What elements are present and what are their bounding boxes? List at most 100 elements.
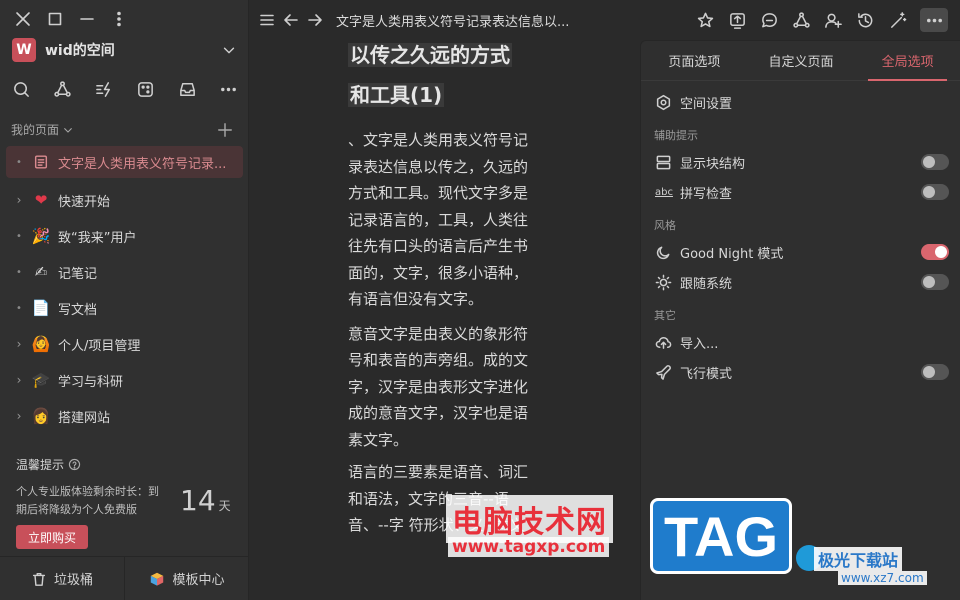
- dice-icon[interactable]: [136, 80, 155, 99]
- add-member-icon[interactable]: [824, 11, 843, 30]
- page-item-label: 致“我来”用户: [58, 230, 137, 246]
- document-icon: [30, 151, 52, 173]
- page-item-current[interactable]: • 文字是人类用表义符号记录...: [6, 146, 243, 178]
- chevron-right-icon[interactable]: ›: [12, 193, 26, 207]
- page-heading[interactable]: 以传之久远的方式 和工具(1): [348, 40, 528, 111]
- bullet-icon: •: [16, 230, 22, 242]
- paragraph[interactable]: 意音文字是由表义的象形符号和表音的声旁组。成的文字，汉字是由表形文字进化成的意音…: [348, 321, 528, 454]
- show-blocks-toggle[interactable]: [921, 154, 949, 170]
- inbox-icon[interactable]: [178, 80, 197, 99]
- bullet-icon: •: [16, 156, 22, 168]
- heading-line-1: 以传之久远的方式: [348, 43, 512, 67]
- page-item-welcome[interactable]: • 🎉 致“我来”用户: [0, 218, 249, 254]
- tip-text: 个人专业版体验剩余时长：到期后将降级为个人免费版: [16, 485, 159, 516]
- chevron-right-icon[interactable]: ›: [12, 337, 26, 351]
- more-horizontal-icon[interactable]: [219, 80, 238, 99]
- top-bar: 文字是人类用表义符号记录表达信息以...: [250, 0, 960, 40]
- page-item-quick-start[interactable]: › ❤ 快速开始: [0, 182, 249, 218]
- star-icon[interactable]: [696, 11, 715, 30]
- page-item-label: 学习与科研: [58, 374, 124, 390]
- tab-custom-page[interactable]: 自定义页面: [748, 41, 855, 80]
- page-item-project-mgmt[interactable]: › 🙆 个人/项目管理: [0, 326, 249, 362]
- close-icon[interactable]: [14, 10, 32, 28]
- chevron-right-icon[interactable]: ›: [12, 409, 26, 423]
- space-settings-label: 空间设置: [680, 96, 733, 112]
- template-center-button[interactable]: 模板中心: [124, 557, 249, 600]
- chevron-down-icon: [223, 47, 235, 54]
- maximize-icon[interactable]: [46, 10, 64, 28]
- graph-icon[interactable]: [53, 80, 72, 99]
- more-options-button[interactable]: [920, 8, 948, 32]
- page-item-label: 个人/项目管理: [58, 338, 141, 354]
- trash-icon: [32, 572, 46, 586]
- history-icon[interactable]: [856, 11, 875, 30]
- template-center-label: 模板中心: [172, 573, 225, 588]
- good-night-toggle[interactable]: [921, 244, 949, 260]
- spell-check-item[interactable]: abc 拼写检查: [655, 179, 949, 205]
- flight-mode-item[interactable]: 飞行模式: [655, 359, 949, 385]
- minimize-icon[interactable]: [78, 10, 96, 28]
- chevron-right-icon[interactable]: ›: [12, 373, 26, 387]
- space-name: wid的空间: [45, 43, 115, 59]
- page-item-docs[interactable]: • 📄 写文档: [0, 290, 249, 326]
- add-page-icon[interactable]: [217, 122, 233, 138]
- sidebar-footer: 垃圾桶 模板中心: [0, 556, 249, 600]
- tab-page-options[interactable]: 页面选项: [641, 41, 748, 80]
- person-gesture-icon: 🙆: [31, 335, 51, 353]
- my-pages-toggle[interactable]: 我的页面: [11, 121, 74, 138]
- spell-check-toggle[interactable]: [921, 184, 949, 200]
- watermark-site-url: www.xz7.com: [838, 571, 927, 585]
- back-arrow-icon[interactable]: [282, 11, 300, 29]
- sidebar: W wid的空间 我的页面 • 文字是人类用表义符号记录... › ❤ 快速开始: [0, 0, 249, 600]
- search-icon[interactable]: [12, 80, 31, 99]
- trial-tip: 温馨提示 个人专业版体验剩余时长：到期后将降级为个人免费版 14 天 立即购买: [16, 456, 238, 549]
- more-vertical-icon[interactable]: [110, 10, 128, 28]
- graduation-cap-icon: 🎓: [31, 371, 51, 389]
- tab-global-options[interactable]: 全局选项: [854, 41, 960, 81]
- section-other: 其它: [654, 309, 676, 322]
- page-item-label: 写文档: [58, 302, 98, 318]
- more-horizontal-icon: [926, 18, 942, 22]
- watermark-brand: 电脑技术网: [446, 495, 613, 543]
- import-item[interactable]: 导入...: [655, 329, 949, 355]
- follow-system-toggle[interactable]: [921, 274, 949, 290]
- share-icon[interactable]: [728, 11, 747, 30]
- days-remaining: 14 天: [180, 484, 231, 517]
- page-tree: • 文字是人类用表义符号记录... › ❤ 快速开始 • 🎉 致“我来”用户 •…: [0, 146, 249, 442]
- comment-icon[interactable]: [760, 11, 779, 30]
- magic-wand-icon[interactable]: [888, 11, 907, 30]
- page-item-study[interactable]: › 🎓 学习与科研: [0, 362, 249, 398]
- watermark-url: www.tagxp.com: [448, 537, 610, 557]
- page-item-notes[interactable]: • ✍ 记笔记: [0, 254, 249, 290]
- chevron-down-icon: [64, 127, 72, 133]
- blocks-icon: [656, 155, 671, 169]
- my-pages-label: 我的页面: [11, 123, 60, 137]
- person-icon: 👩: [31, 407, 51, 425]
- paragraph[interactable]: 、文字是人类用表义符号记录表达信息以传之，久远的方式和工具。现代文字多是记录语言…: [348, 127, 528, 313]
- menu-icon[interactable]: [258, 11, 276, 29]
- flight-mode-toggle[interactable]: [921, 364, 949, 380]
- good-night-item[interactable]: Good Night 模式: [655, 239, 949, 265]
- breadcrumb[interactable]: 文字是人类用表义符号记录表达信息以...: [336, 11, 569, 30]
- trash-button[interactable]: 垃圾桶: [0, 557, 124, 600]
- sidebar-toolbar: [12, 80, 238, 99]
- lightning-icon[interactable]: [95, 80, 114, 99]
- help-icon[interactable]: [68, 458, 81, 471]
- sun-icon: [655, 274, 672, 290]
- graph-view-icon[interactable]: [792, 11, 811, 30]
- heading-line-2: 和工具(1): [348, 83, 445, 107]
- my-pages-header: 我的页面: [11, 121, 233, 138]
- page-item-label: 快速开始: [58, 194, 111, 210]
- page-item-label: 文字是人类用表义符号记录...: [58, 156, 227, 172]
- space-switcher[interactable]: W wid的空间: [12, 38, 237, 62]
- watermark-site-name: 极光下载站: [814, 547, 903, 571]
- spell-check-label: 拼写检查: [680, 186, 733, 202]
- space-settings-item[interactable]: 空间设置: [655, 89, 949, 115]
- editor[interactable]: 以传之久远的方式 和工具(1) 、文字是人类用表义符号记录表达信息以传之，久远的…: [348, 40, 528, 539]
- buy-now-button[interactable]: 立即购买: [16, 525, 88, 549]
- bullet-icon: •: [16, 302, 22, 314]
- forward-arrow-icon[interactable]: [306, 11, 324, 29]
- follow-system-item[interactable]: 跟随系统: [655, 269, 949, 295]
- show-blocks-item[interactable]: 显示块结构: [655, 149, 949, 175]
- page-item-website[interactable]: › 👩 搭建网站: [0, 398, 249, 434]
